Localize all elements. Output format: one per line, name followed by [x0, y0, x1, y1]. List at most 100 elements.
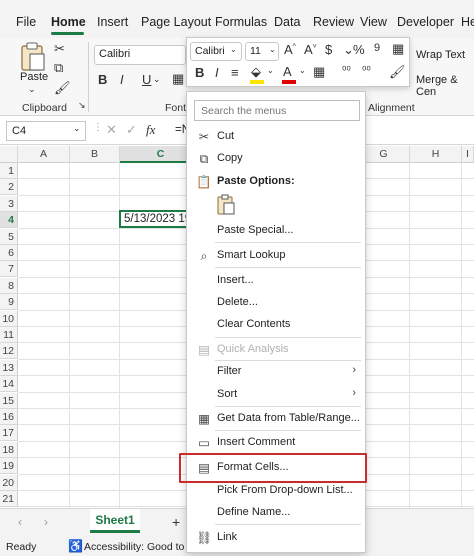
- font-color-icon[interactable]: A: [283, 64, 292, 79]
- accessibility-icon[interactable]: ♿: [68, 539, 83, 553]
- tab-file[interactable]: File: [16, 15, 36, 29]
- decrease-font-icon[interactable]: A˅: [304, 42, 317, 57]
- menu-separator: [215, 406, 361, 407]
- row-header[interactable]: 6: [0, 245, 18, 261]
- chevron-right-icon: ›: [352, 387, 356, 399]
- menu-item-pick-list[interactable]: Pick From Drop-down List...: [187, 480, 365, 502]
- menu-item-insert-comment[interactable]: ▭ Insert Comment: [187, 432, 365, 454]
- chevron-down-icon[interactable]: ⌄: [299, 66, 306, 75]
- row-header[interactable]: 7: [0, 261, 18, 278]
- fill-color-icon[interactable]: ⬙: [251, 64, 261, 80]
- menu-item-insert[interactable]: Insert...: [187, 270, 365, 292]
- font-name-box[interactable]: Calibri: [94, 45, 186, 65]
- chevron-left-icon[interactable]: ‹: [18, 515, 22, 529]
- menu-separator: [215, 430, 361, 431]
- menu-item-label: Paste Options:: [217, 175, 295, 187]
- italic-button[interactable]: I: [120, 72, 124, 87]
- increase-decimal-icon[interactable]: ⁰⁰: [342, 64, 351, 77]
- menu-item-clear-contents[interactable]: Clear Contents: [187, 314, 365, 336]
- decrease-decimal-icon[interactable]: ⁰⁰: [362, 64, 371, 77]
- wrap-text-label[interactable]: Wrap Text: [416, 49, 465, 61]
- format-table-icon[interactable]: ▦: [392, 41, 404, 57]
- accessibility-status[interactable]: Accessibility: Good to go: [84, 541, 199, 553]
- align-icon[interactable]: ≡: [231, 65, 239, 80]
- row-header[interactable]: 15: [0, 392, 18, 409]
- chevron-right-icon[interactable]: ›: [44, 515, 48, 529]
- menu-search-input[interactable]: Search the menus: [194, 100, 360, 121]
- menu-item-sort[interactable]: Sort ›: [187, 384, 365, 406]
- tab-developer[interactable]: Developer: [397, 15, 454, 29]
- menu-item-cut[interactable]: ✂ Cut: [187, 126, 365, 148]
- tab-view[interactable]: View: [360, 15, 387, 29]
- paste-button[interactable]: [18, 42, 48, 72]
- row-header[interactable]: 16: [0, 409, 18, 425]
- chevron-down-icon[interactable]: ⌄: [73, 123, 81, 134]
- format-painter-icon[interactable]: 🖌: [389, 64, 406, 80]
- row-header[interactable]: 14: [0, 376, 18, 393]
- chevron-down-icon[interactable]: ⌄: [230, 45, 237, 54]
- tab-data[interactable]: Data: [274, 15, 300, 29]
- select-all-corner[interactable]: [0, 146, 18, 163]
- column-header[interactable]: A: [18, 146, 70, 163]
- row-header[interactable]: 2: [0, 179, 18, 196]
- cancel-icon[interactable]: ✕: [106, 122, 117, 138]
- row-header[interactable]: 4: [0, 212, 18, 229]
- tab-review[interactable]: Review: [313, 15, 354, 29]
- row-header[interactable]: 20: [0, 474, 18, 491]
- paste-clipboard-icon[interactable]: [215, 194, 237, 216]
- row-header[interactable]: 21: [0, 491, 18, 507]
- row-header[interactable]: 5: [0, 228, 18, 245]
- currency-icon[interactable]: $: [325, 42, 332, 57]
- menu-item-delete[interactable]: Delete...: [187, 292, 365, 314]
- row-header[interactable]: 13: [0, 359, 18, 376]
- chevron-down-icon[interactable]: ⌄: [269, 45, 276, 54]
- italic-button[interactable]: I: [215, 65, 219, 80]
- menu-item-smart-lookup[interactable]: ⌕ Smart Lookup: [187, 245, 365, 267]
- copy-icon[interactable]: ⧉: [54, 60, 63, 76]
- row-header[interactable]: 17: [0, 425, 18, 442]
- tab-help[interactable]: Help: [461, 15, 474, 29]
- format-painter-icon[interactable]: 🖌: [54, 80, 71, 96]
- row-header[interactable]: 3: [0, 195, 18, 212]
- row-header[interactable]: 10: [0, 310, 18, 327]
- insert-function-icon[interactable]: fx: [146, 122, 155, 138]
- column-header[interactable]: I: [462, 146, 474, 163]
- borders-icon[interactable]: ▦: [172, 71, 184, 87]
- enter-icon[interactable]: ✓: [126, 122, 137, 138]
- row-header[interactable]: 9: [0, 294, 18, 311]
- underline-button[interactable]: U: [142, 72, 151, 87]
- borders-icon[interactable]: ▦: [313, 64, 325, 80]
- column-header[interactable]: B: [70, 146, 120, 163]
- comma-style-icon[interactable]: 9: [374, 42, 380, 54]
- column-header[interactable]: H: [410, 146, 462, 163]
- row-header[interactable]: 19: [0, 458, 18, 475]
- menu-item-copy[interactable]: ⧉ Copy: [187, 148, 365, 170]
- menu-item-label: Sort: [217, 388, 238, 400]
- increase-font-icon[interactable]: A^: [284, 42, 296, 57]
- menu-item-paste-special[interactable]: Paste Special...: [187, 220, 365, 242]
- percent-icon[interactable]: %: [353, 42, 365, 57]
- tab-page-layout[interactable]: Page Layout: [141, 15, 211, 29]
- row-header[interactable]: 8: [0, 277, 18, 294]
- row-header[interactable]: 12: [0, 343, 18, 360]
- chevron-down-icon[interactable]: ⌄: [267, 66, 274, 75]
- add-sheet-button[interactable]: +: [172, 514, 180, 530]
- merge-label[interactable]: Merge & Cen: [416, 74, 474, 98]
- menu-item-filter[interactable]: Filter ›: [187, 361, 365, 383]
- menu-item-get-data[interactable]: ▦ Get Data from Table/Range...: [187, 408, 365, 430]
- dialog-launcher-icon[interactable]: ↘: [78, 100, 86, 111]
- row-header[interactable]: 1: [0, 163, 18, 179]
- cut-icon[interactable]: ✂: [54, 41, 65, 57]
- tab-insert[interactable]: Insert: [97, 15, 128, 29]
- row-header[interactable]: 11: [0, 327, 18, 343]
- chevron-down-icon[interactable]: ⌄: [153, 74, 161, 85]
- tab-home[interactable]: Home: [51, 15, 86, 29]
- menu-item-link[interactable]: ⛓ Link: [187, 527, 365, 549]
- tab-formulas[interactable]: Formulas: [215, 15, 267, 29]
- bold-button[interactable]: B: [98, 72, 107, 87]
- bold-button[interactable]: B: [195, 65, 204, 80]
- sheet-tab-sheet1[interactable]: Sheet1: [90, 509, 140, 533]
- row-header[interactable]: 18: [0, 441, 18, 458]
- menu-item-define-name[interactable]: Define Name...: [187, 502, 365, 524]
- chevron-down-icon[interactable]: ⌄: [28, 84, 36, 95]
